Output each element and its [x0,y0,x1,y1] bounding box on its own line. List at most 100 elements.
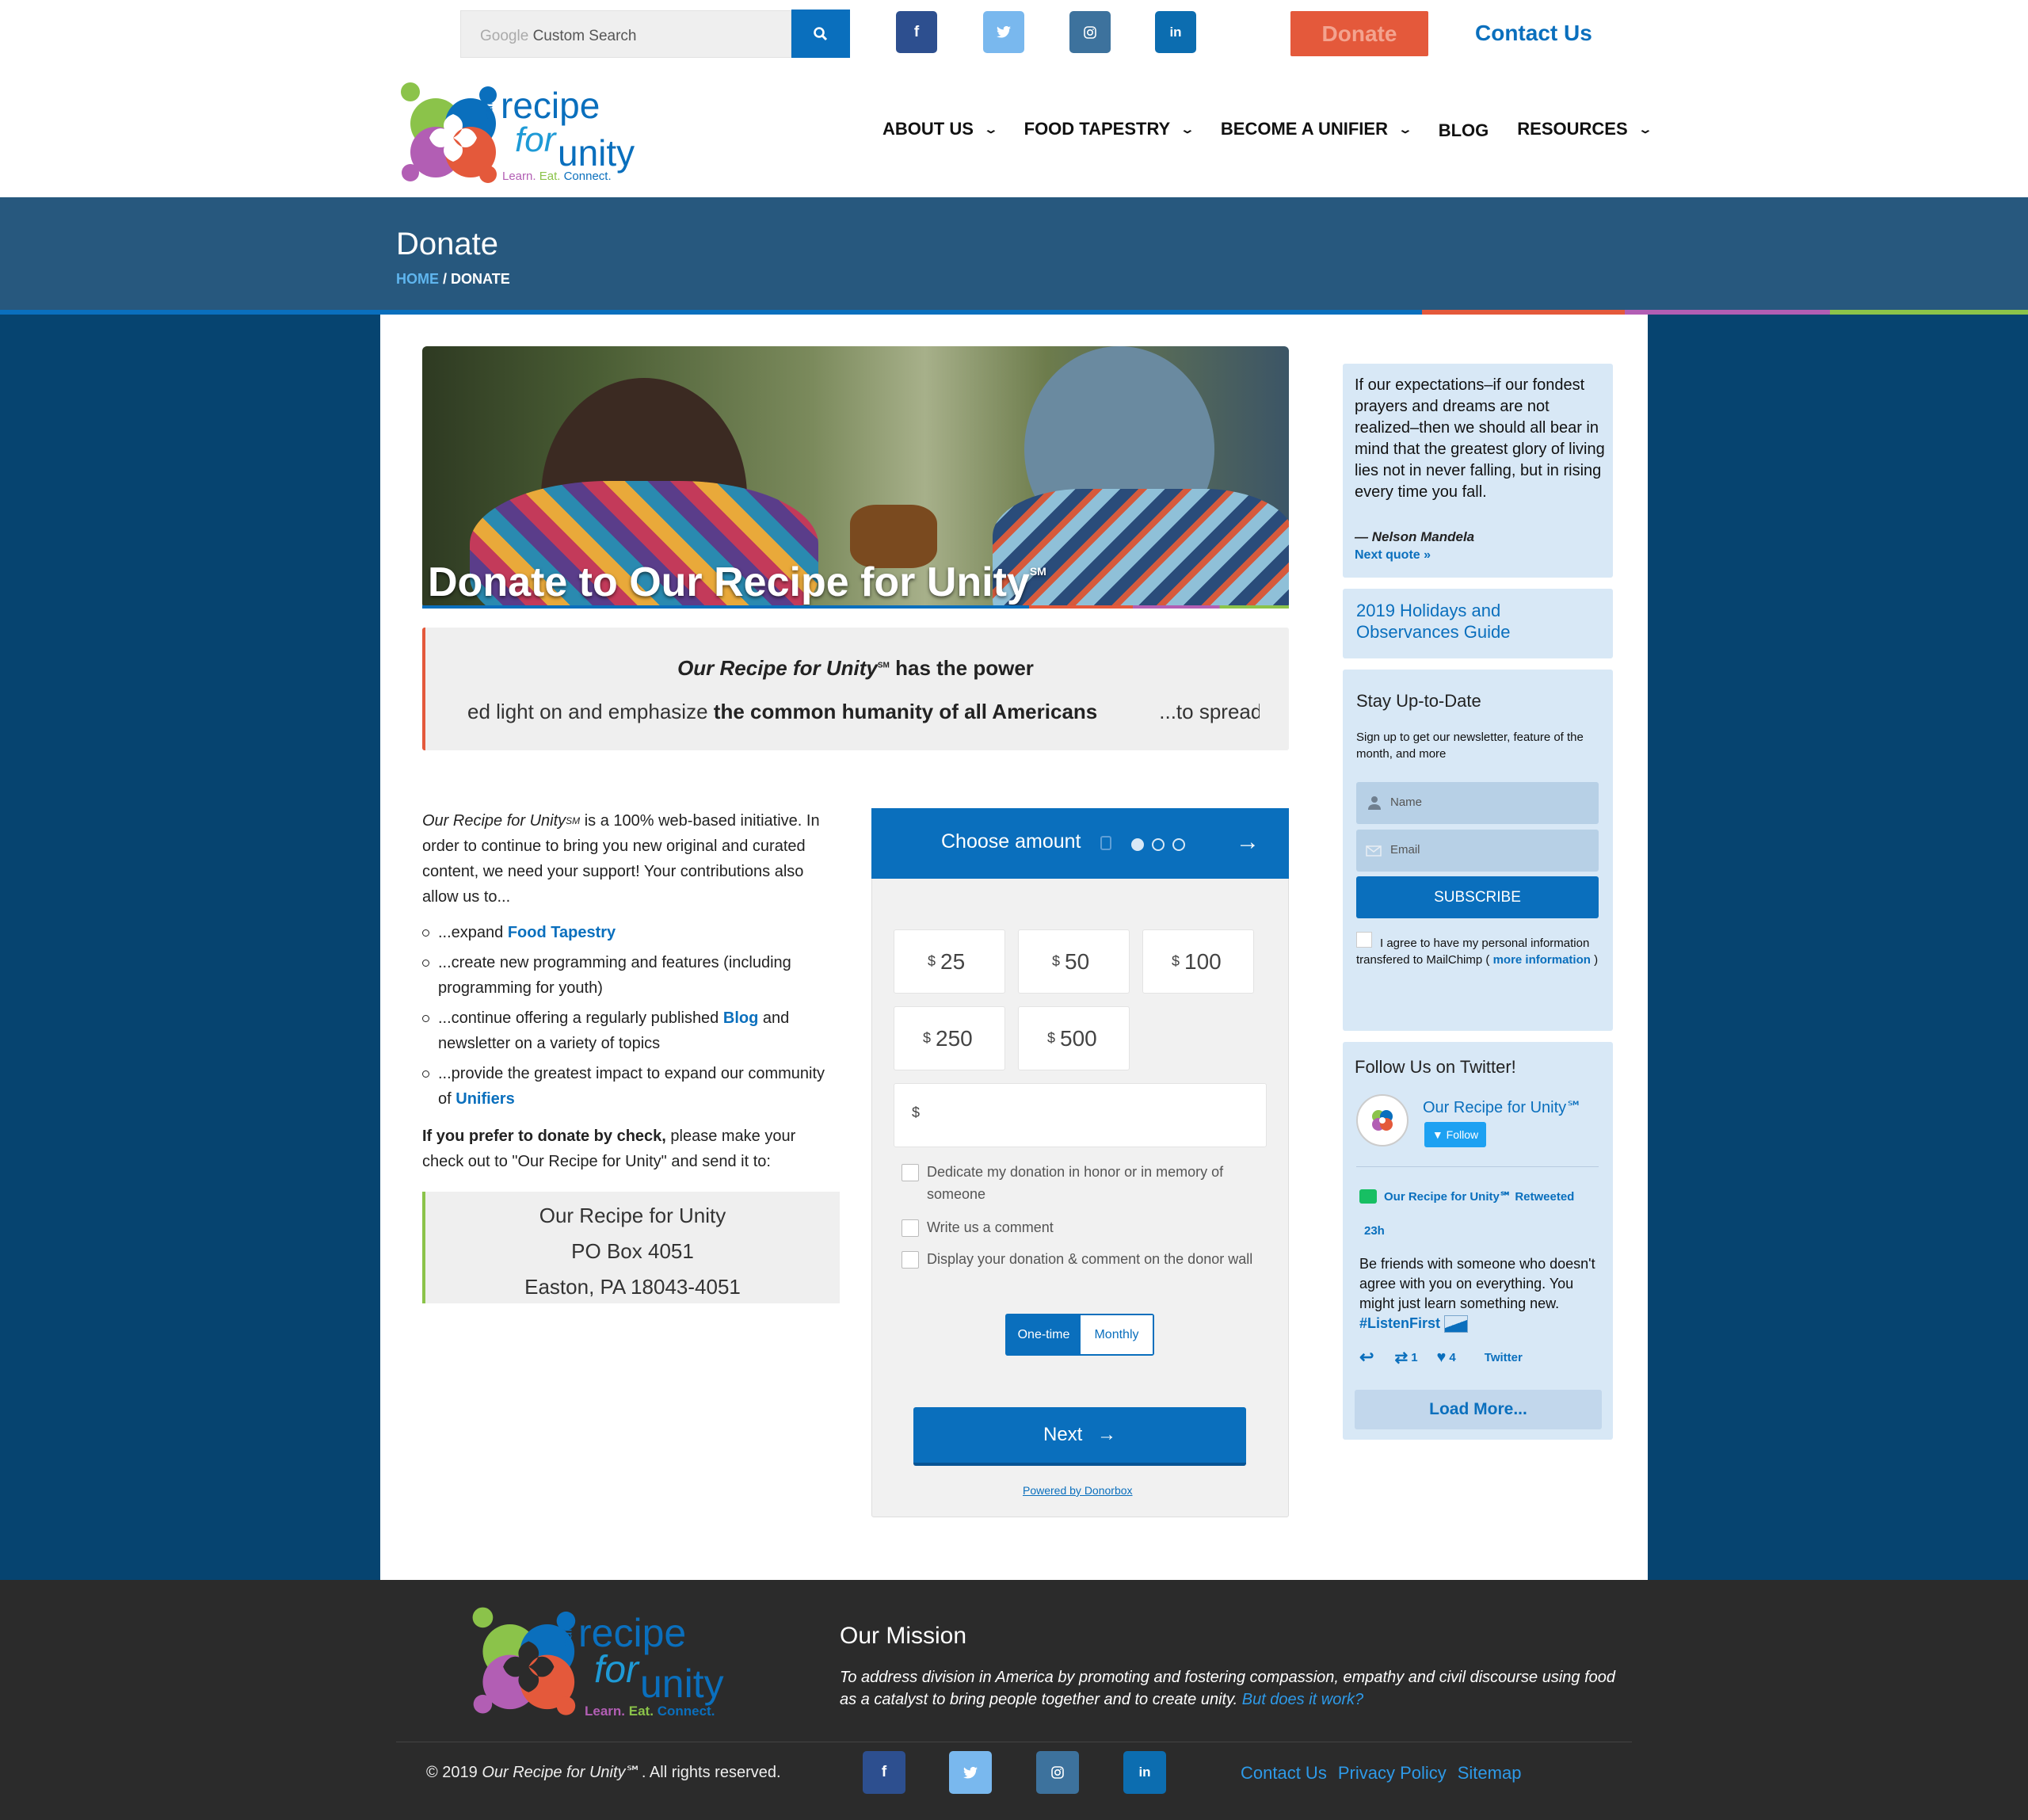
divider [1356,1166,1599,1167]
amount-option[interactable]: $50 [1018,929,1130,994]
main-nav: ABOUT US ⌄ FOOD TAPESTRY ⌄ BECOME A UNIFIE… [882,119,1678,141]
user-icon [1368,796,1381,810]
title-band [0,197,2028,310]
twitter-source-link[interactable]: Twitter [1485,1351,1523,1364]
comment-checkbox[interactable] [902,1219,919,1237]
breadcrumb-home[interactable]: HOME [396,271,439,287]
comment-label: Write us a comment [927,1219,1054,1235]
logo-mark [401,82,497,183]
footer-linkedin-icon[interactable]: in [1123,1751,1166,1794]
amount-option[interactable]: $500 [1018,1006,1130,1070]
twitter-widget-title: Follow Us on Twitter! [1355,1057,1516,1077]
footer-instagram-icon[interactable] [1036,1751,1079,1794]
footer-twitter-icon[interactable] [949,1751,992,1794]
custom-amount-input[interactable]: $ [894,1083,1267,1147]
avatar[interactable] [1356,1094,1409,1147]
page-title: Donate [396,227,498,261]
more-information-link[interactable]: more information [1493,953,1591,967]
breadcrumb-separator: / [443,271,448,287]
donor-wall-checkbox[interactable] [902,1251,919,1269]
image-icon[interactable] [1444,1315,1469,1334]
page-background-right [1648,315,2028,1580]
footer-logo[interactable]: our recipe for unity Learn. Eat. Connect… [466,1604,735,1723]
nav-item-blog[interactable]: BLOG [1439,120,1489,141]
amount-option[interactable]: $250 [894,1006,1005,1070]
donate-button[interactable]: Donate [1290,11,1428,56]
heart-icon[interactable]: ♥ [1437,1349,1447,1367]
subscribe-button[interactable]: SUBSCRIBE [1356,876,1599,918]
footer-privacy-link[interactable]: Privacy Policy [1338,1763,1447,1784]
one-time-option[interactable]: One-time [1007,1315,1081,1354]
amount-option[interactable]: $25 [894,929,1005,994]
chevron-down-icon: ⌄ [1397,122,1413,135]
twitter-icon[interactable] [983,11,1024,53]
quote-author: — Nelson Mandela [1355,529,1475,544]
copyright: © 2019 Our Recipe for Unity℠. All rights… [426,1764,781,1781]
name-field[interactable]: Name [1356,782,1599,824]
nav-item-become-a-unifier[interactable]: BECOME A UNIFIER ⌄ [1221,119,1413,139]
chevron-down-icon: ⌄ [1637,122,1653,135]
instagram-icon[interactable] [1069,11,1111,53]
search-icon [814,26,828,40]
footer-sitemap-link[interactable]: Sitemap [1458,1763,1522,1784]
footer-contact-link[interactable]: Contact Us [1241,1763,1327,1784]
nav-item-about-us[interactable]: ABOUT US ⌄ [882,119,998,139]
step-indicator [1152,838,1165,851]
dedicate-checkbox[interactable] [902,1164,919,1181]
next-quote-link[interactable]: Next quote » [1355,548,1431,563]
monthly-option[interactable]: Monthly [1080,1315,1153,1354]
retweet-icon[interactable]: ⇄ [1394,1348,1408,1368]
dedicate-label: Dedicate my donation in honor or in memo… [927,1164,1224,1202]
footer-links: Contact Us Privacy Policy Sitemap [1241,1763,1532,1784]
unifiers-link[interactable]: Unifiers [456,1090,514,1108]
nav-item-food-tapestry[interactable]: FOOD TAPESTRY ⌄ [1024,119,1195,139]
next-step-arrow-icon[interactable]: → [1236,829,1260,856]
logo-word-our: our [482,101,496,120]
tweet-time[interactable]: 23h [1364,1224,1385,1238]
load-more-button[interactable]: Load More... [1355,1390,1602,1429]
next-button[interactable]: Next → [913,1407,1246,1466]
linkedin-icon[interactable]: in [1155,11,1196,53]
holidays-guide-link[interactable]: 2019 Holidays and Observances Guide [1356,600,1602,643]
amount-option[interactable]: $100 [1142,929,1254,994]
food-tapestry-link[interactable]: Food Tapestry [508,924,616,941]
donor-wall-label: Display your donation & comment on the d… [927,1251,1253,1267]
footer-logo-mark [472,1607,576,1715]
page-background-left [0,315,380,1580]
twitter-follow-button[interactable]: ▼ Follow [1424,1122,1486,1147]
logo-tagline: Learn. Eat. Connect. [502,170,612,183]
quote-text: If our expectations–if our fondest praye… [1355,376,1605,501]
site-logo[interactable]: our recipe for unity Learn. Eat. Connect… [395,79,648,190]
search-input[interactable]: Google Custom Search [460,10,791,58]
logo-word-for: for [515,120,556,159]
email-field[interactable]: Email [1356,830,1599,872]
contact-us-link[interactable]: Contact Us [1475,21,1592,46]
retweeted-label[interactable]: Our Recipe for Unity℠ Retweeted [1384,1189,1574,1204]
hero-color-bar [422,605,1289,609]
search-brand: Google [480,28,529,44]
list-item: ...continue offering a regularly publish… [422,1005,838,1056]
list-item: ...create new programming and features (… [422,950,838,1001]
search-placeholder: Custom Search [532,28,637,44]
callout-headline: Our Recipe for UnitySM has the power [677,656,1034,680]
blog-link[interactable]: Blog [723,1009,758,1027]
search-button[interactable] [791,10,850,58]
logo-word-for: for [594,1649,639,1691]
hero-title: Donate to Our Recipe for UnitySM [428,559,1046,605]
newsletter-title: Stay Up-to-Date [1356,691,1481,711]
check-instructions: If you prefer to donate by check, please… [422,1127,796,1170]
address-line: Our Recipe for Unity [539,1204,726,1227]
footer-facebook-icon[interactable]: f [863,1751,905,1794]
powered-by-link[interactable]: Powered by Donorbox [1023,1484,1133,1497]
retweet-count: 1 [1411,1350,1418,1364]
facebook-icon[interactable]: f [896,11,937,53]
mission-title: Our Mission [840,1623,967,1649]
address-line: PO Box 4051 [571,1239,694,1263]
list-item: ...provide the greatest impact to expand… [422,1061,838,1112]
does-it-work-link[interactable]: But does it work? [1242,1691,1363,1708]
like-count: 4 [1449,1350,1456,1364]
reply-icon[interactable]: ↩ [1359,1347,1374,1368]
nav-item-resources[interactable]: RESOURCES ⌄ [1517,119,1653,139]
hashtag-link[interactable]: #ListenFirst [1359,1315,1440,1331]
twitter-account-name[interactable]: Our Recipe for Unity℠ [1423,1097,1583,1117]
